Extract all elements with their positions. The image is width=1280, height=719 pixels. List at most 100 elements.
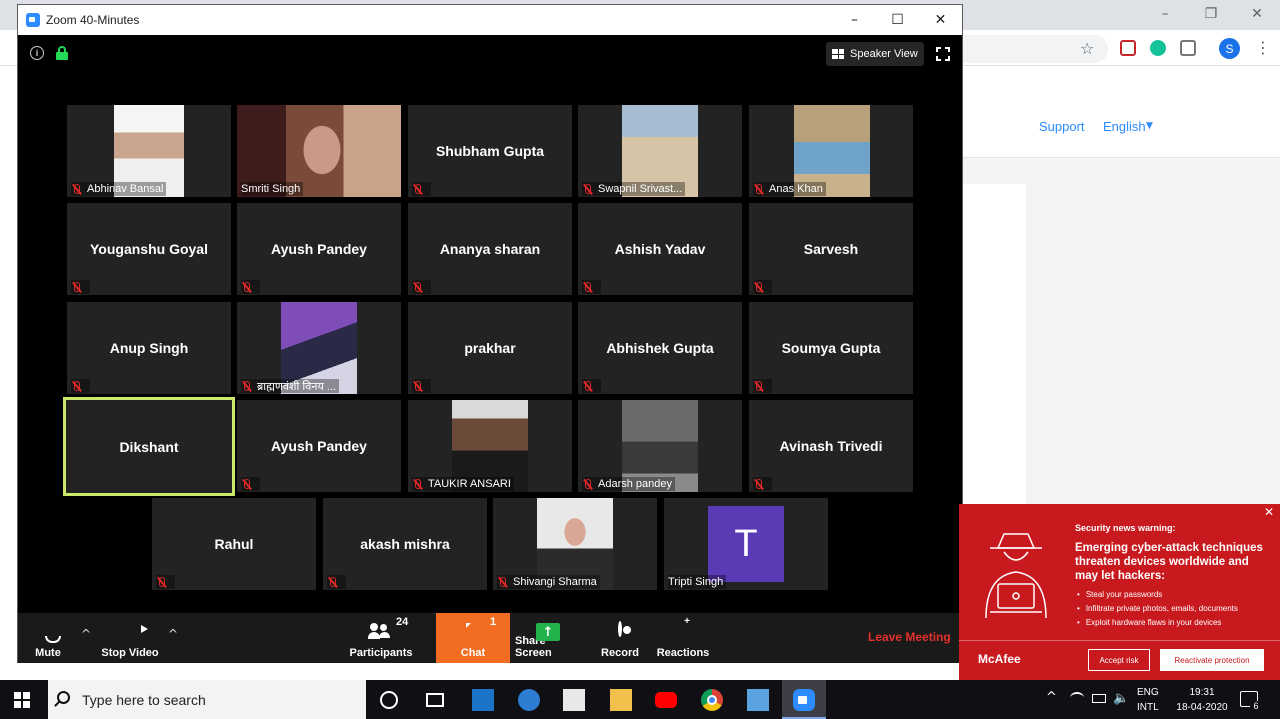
accept-risk-button[interactable]: Accept risk <box>1088 649 1150 671</box>
mute-label: Mute <box>35 647 61 659</box>
leave-meeting-button[interactable]: Leave Meeting <box>868 630 951 644</box>
input-language-indicator[interactable]: ENG INTL <box>1137 685 1159 715</box>
language-selector[interactable]: English <box>1103 119 1146 134</box>
mic-muted-icon <box>241 478 252 490</box>
participant-tile[interactable]: Anup Singh <box>67 302 231 394</box>
keyboard-layout: INTL <box>1137 702 1159 713</box>
wifi-icon[interactable] <box>1070 692 1084 704</box>
chat-button[interactable]: 1 Chat <box>436 613 510 663</box>
share-screen-button[interactable]: ↑ Share Screen <box>515 613 581 663</box>
browser-minimize-icon[interactable]: – <box>1142 0 1188 28</box>
participant-display-name: prakhar <box>464 340 516 356</box>
system-clock[interactable]: 19:31 18-04-2020 <box>1172 685 1232 715</box>
warning-title: Security news warning: <box>1075 523 1176 533</box>
participant-tile[interactable]: Ashish Yadav <box>578 203 742 295</box>
show-hidden-icons-caret-icon[interactable]: ^ <box>1046 690 1057 705</box>
bookmark-star-icon[interactable]: ☆ <box>1080 39 1094 58</box>
participant-tile[interactable]: prakhar <box>408 302 572 394</box>
audio-options-caret-icon[interactable]: ^ <box>81 627 91 641</box>
participant-tile[interactable]: Rahul <box>152 498 316 590</box>
cortana-icon[interactable] <box>380 691 398 709</box>
participant-tile[interactable]: T Tripti Singh <box>664 498 828 590</box>
speaker-view-button[interactable]: Speaker View <box>826 42 924 66</box>
chevron-down-icon[interactable]: ▼ <box>1146 121 1153 131</box>
chrome-icon[interactable] <box>701 689 723 711</box>
participant-tile[interactable]: Ananya sharan <box>408 203 572 295</box>
participant-tile[interactable]: Ayush Pandey <box>237 400 401 492</box>
taskbar-search-box[interactable]: Type here to search <box>48 680 366 719</box>
participant-tile[interactable]: Shivangi Sharma <box>493 498 657 590</box>
mic-muted-icon <box>71 281 82 293</box>
zoom-logo-icon <box>26 13 40 27</box>
participants-label: Participants <box>349 647 413 659</box>
youtube-icon[interactable] <box>655 692 677 708</box>
participant-tile[interactable]: ब्राह्मणवंशी विनय ... <box>237 302 401 394</box>
participant-tile[interactable]: Abhishek Gupta <box>578 302 742 394</box>
participant-tile[interactable]: Swapnil Srivast... <box>578 105 742 197</box>
participant-avatar: T <box>708 506 784 582</box>
mail-app-icon[interactable] <box>472 689 494 711</box>
reactivate-protection-button[interactable]: Reactivate protection <box>1160 649 1264 671</box>
mic-muted-icon <box>753 281 764 293</box>
mute-button[interactable]: Mute <box>28 613 68 663</box>
participant-tile[interactable]: Soumya Gupta <box>749 302 913 394</box>
participant-tile-active-speaker[interactable]: Dikshant <box>63 397 235 496</box>
browser-close-icon[interactable]: ✕ <box>1234 0 1280 28</box>
participant-tile[interactable]: akash mishra <box>323 498 487 590</box>
participant-name: Tripti Singh <box>668 576 724 588</box>
volume-icon[interactable]: 🔈 <box>1113 691 1129 706</box>
participant-display-name: Soumya Gupta <box>781 340 881 356</box>
windows-taskbar: Type here to search ^ 🔈 ENG INTL 19:31 1… <box>0 680 1280 719</box>
participant-tile[interactable]: Shubham Gupta <box>408 105 572 197</box>
participant-tile[interactable]: Adarsh pandey <box>578 400 742 492</box>
participant-name: ब्राह्मणवंशी विनय ... <box>257 380 337 393</box>
minimize-icon[interactable]: – <box>833 5 876 35</box>
reactions-label: Reactions <box>656 647 710 659</box>
video-options-caret-icon[interactable]: ^ <box>168 627 178 641</box>
microsoft-store-icon[interactable] <box>563 689 585 711</box>
task-view-icon[interactable] <box>426 693 444 707</box>
support-link[interactable]: Support <box>1039 119 1085 134</box>
mic-muted-icon <box>71 380 82 392</box>
participants-button[interactable]: 24 Participants <box>348 613 414 663</box>
windows-start-icon[interactable] <box>14 692 30 708</box>
mic-muted-icon <box>71 183 82 195</box>
close-icon[interactable]: ✕ <box>919 5 962 35</box>
browser-window-controls: – ❐ ✕ <box>1142 0 1280 30</box>
participant-tile[interactable]: Avinash Trivedi <box>749 400 913 492</box>
participant-name: Abhinav Bansal <box>87 183 164 195</box>
extension-cast-icon[interactable] <box>1180 40 1196 56</box>
file-explorer-icon[interactable] <box>610 689 632 711</box>
mic-muted-icon <box>241 281 252 293</box>
participant-tile[interactable]: Youganshu Goyal <box>67 203 231 295</box>
maximize-icon[interactable]: ☐ <box>876 5 919 35</box>
extension-grammarly-icon[interactable] <box>1150 40 1166 56</box>
close-icon[interactable]: ✕ <box>1264 505 1274 519</box>
participant-tile[interactable]: Abhinav Bansal <box>67 105 231 197</box>
participant-tile[interactable]: Anas Khan <box>749 105 913 197</box>
participant-tile[interactable]: Ayush Pandey <box>237 203 401 295</box>
stop-video-button[interactable]: Stop Video <box>100 613 160 663</box>
fullscreen-icon[interactable] <box>936 47 950 61</box>
threat-list: Steal your passwords Infiltrate private … <box>1077 588 1238 630</box>
mic-muted-icon <box>753 380 764 392</box>
browser-menu-icon[interactable]: ⋮ <box>1255 38 1271 57</box>
browser-restore-icon[interactable]: ❐ <box>1188 0 1234 28</box>
extension-pocket-icon[interactable] <box>1120 40 1136 56</box>
participant-tile[interactable]: Smriti Singh <box>237 105 401 197</box>
battery-icon[interactable] <box>1092 694 1106 703</box>
search-placeholder: Type here to search <box>82 692 206 708</box>
record-button[interactable]: Record <box>600 613 640 663</box>
profile-avatar[interactable]: S <box>1219 38 1240 59</box>
meeting-info-icon[interactable]: i <box>30 46 44 60</box>
pinned-app-icon[interactable] <box>747 689 769 711</box>
zoom-app-icon[interactable] <box>793 689 815 711</box>
participant-name: Anas Khan <box>769 183 823 195</box>
mic-muted-icon <box>497 576 508 588</box>
reactions-button[interactable]: Reactions <box>656 613 710 663</box>
participant-display-name: Dikshant <box>119 438 179 455</box>
participant-tile[interactable]: TAUKIR ANSARI <box>408 400 572 492</box>
edge-browser-icon[interactable] <box>518 689 540 711</box>
participant-tile[interactable]: Sarvesh <box>749 203 913 295</box>
encryption-lock-icon[interactable] <box>56 46 68 60</box>
